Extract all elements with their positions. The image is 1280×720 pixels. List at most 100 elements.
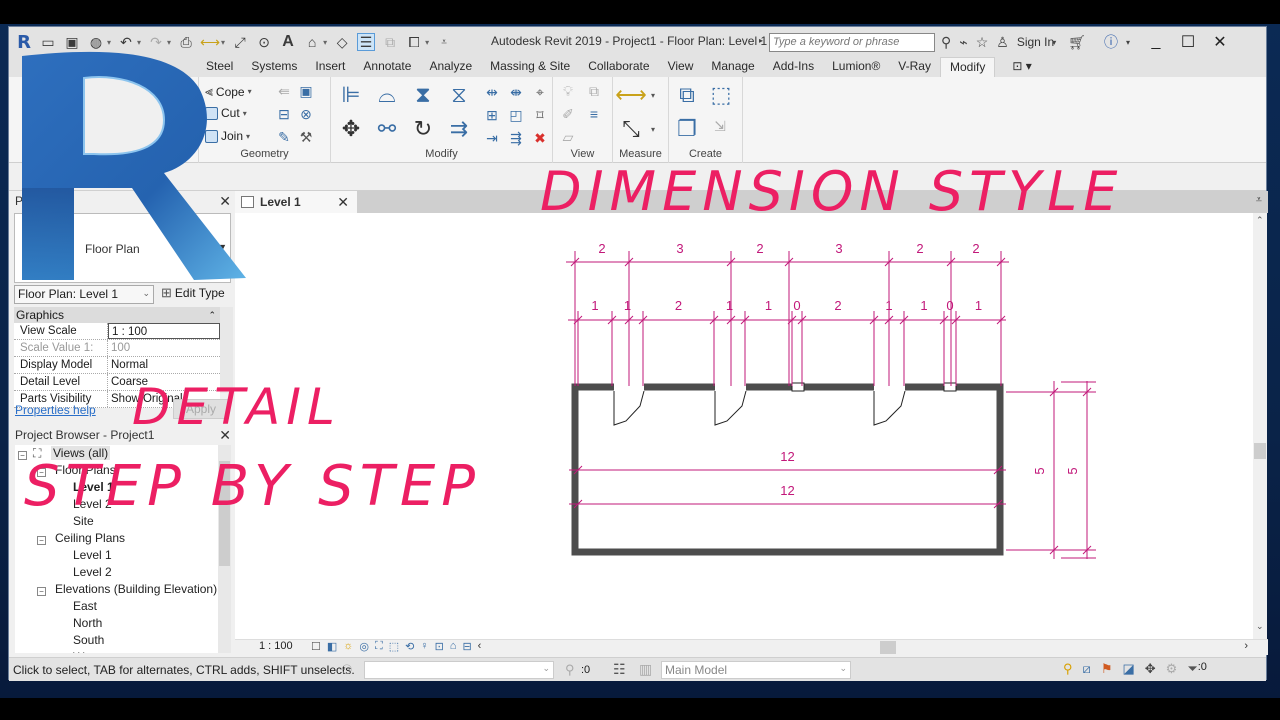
tab-lumion[interactable]: Lumion® xyxy=(823,57,889,77)
editing-requests-icon[interactable]: ⚲ xyxy=(565,662,575,678)
search-input[interactable]: Type a keyword or phrase xyxy=(769,33,935,52)
show-crop-region-icon[interactable]: ⬚ xyxy=(389,640,399,653)
rotate-icon[interactable]: ↻ xyxy=(409,115,437,143)
scroll-down-icon[interactable]: ⌄ xyxy=(1256,621,1264,632)
dimension-label[interactable]: 3 xyxy=(835,241,842,256)
dimension-label[interactable]: 12 xyxy=(780,449,794,464)
thin-lines-icon[interactable]: ☰ xyxy=(357,33,376,51)
select-underlay-icon[interactable]: ⧄ xyxy=(1083,661,1091,677)
paint-icon[interactable]: ✎ xyxy=(275,128,293,146)
filter-icon[interactable]: ⏷ xyxy=(1187,661,1197,677)
dimension-label[interactable]: 2 xyxy=(675,298,682,313)
tag-icon[interactable]: ⊙ xyxy=(255,33,273,51)
unpin-icon[interactable]: ⌖ xyxy=(531,83,549,101)
drag-elements-icon[interactable]: ✥ xyxy=(1145,661,1156,677)
section-icon[interactable]: ◇ xyxy=(333,33,351,51)
graphics-group-header[interactable]: Graphics ⌃ xyxy=(14,307,220,323)
dimension-label[interactable]: 1 xyxy=(885,298,892,313)
detail-level-icon[interactable]: ☐ xyxy=(311,640,321,653)
tab-collaborate[interactable]: Collaborate xyxy=(579,57,658,77)
active-design-option-icon[interactable]: ▥ xyxy=(639,661,652,678)
dimension-label[interactable]: 1 xyxy=(920,298,927,313)
view-tab-menu-icon[interactable]: ⩡ xyxy=(1256,194,1262,207)
properties-help-link[interactable]: Properties help xyxy=(15,403,96,417)
join-roof-icon[interactable]: ⊗ xyxy=(297,105,315,123)
dimension-label[interactable]: 1 xyxy=(624,298,631,313)
collapse-view-controls-icon[interactable]: ‹ xyxy=(478,640,482,653)
tab-vray[interactable]: V-Ray xyxy=(889,57,940,77)
design-option-selector[interactable]: Main Model ⌄ xyxy=(661,661,851,679)
tab-insert[interactable]: Insert xyxy=(306,57,354,77)
dimension-label[interactable]: 3 xyxy=(676,241,683,256)
select-pinned-icon[interactable]: ⚑ xyxy=(1101,661,1113,677)
background-process-icon[interactable]: ⚙ xyxy=(1166,661,1178,677)
align-icon[interactable]: ⊫ xyxy=(337,81,365,109)
dimension-label[interactable]: 2 xyxy=(756,241,763,256)
dimension-label[interactable]: 12 xyxy=(780,483,794,498)
text-icon[interactable]: A xyxy=(279,33,297,51)
maximize-button[interactable]: ☐ xyxy=(1176,32,1200,52)
measure-between-references-icon[interactable]: ⟷ xyxy=(615,81,647,109)
close-view-icon[interactable]: ✕ xyxy=(337,191,349,213)
scroll-up-icon[interactable]: ⌃ xyxy=(1256,215,1264,226)
property-row[interactable]: View Scale 1 : 100 xyxy=(14,323,220,340)
crop-view-icon[interactable]: ⛶ xyxy=(375,640,383,653)
tab-massing-site[interactable]: Massing & Site xyxy=(481,57,579,77)
dimension-label[interactable]: 2 xyxy=(916,241,923,256)
mirror-pick-axis-icon[interactable]: ⧗ xyxy=(409,81,437,109)
tab-systems[interactable]: Systems xyxy=(242,57,306,77)
selection-box-icon[interactable]: ▱ xyxy=(559,128,577,146)
tree-node[interactable]: Level 2 xyxy=(73,565,112,579)
sign-in-link[interactable]: Sign In xyxy=(1017,35,1054,49)
analytical-model-icon[interactable]: ⌂ xyxy=(450,640,457,653)
search-expand-icon[interactable]: ▸ xyxy=(759,36,763,45)
scroll-right-icon[interactable]: › xyxy=(1244,640,1248,652)
tab-annotate[interactable]: Annotate xyxy=(354,57,420,77)
dimension-label[interactable]: 0 xyxy=(793,298,800,313)
override-graphics-icon[interactable]: ⧉ xyxy=(585,82,603,100)
aligned-dimension-tool-icon[interactable]: ⤡ xyxy=(617,115,645,143)
create-assembly-icon[interactable]: ⧉ xyxy=(673,81,701,109)
constraints-icon[interactable]: ⊟ xyxy=(462,640,471,653)
tree-node[interactable]: Ceiling Plans xyxy=(55,531,125,545)
tab-modify[interactable]: Modify xyxy=(939,57,996,77)
floor-plan-drawing[interactable]: 2 3 2 3 2 21 1 2 1 1 0 2 1 1 0 112125 5 xyxy=(235,213,1253,639)
dimension-label[interactable]: 2 xyxy=(598,241,605,256)
ribbon-minimize-toggle[interactable]: ⊡ ▾ xyxy=(1003,57,1040,77)
favorites-star-icon[interactable]: ☆ xyxy=(976,34,989,51)
remove-paint-icon[interactable]: ⚒ xyxy=(297,128,315,146)
dimension-label[interactable]: 1 xyxy=(591,298,598,313)
close-button[interactable]: ✕ xyxy=(1208,32,1232,52)
select-links-icon[interactable]: ⚲ xyxy=(1063,661,1073,677)
move-icon[interactable]: ✥ xyxy=(337,115,365,143)
dimension-label[interactable]: 2 xyxy=(972,241,979,256)
tab-manage[interactable]: Manage xyxy=(702,57,763,77)
tree-node[interactable]: North xyxy=(73,616,102,630)
demolish-icon[interactable]: ⊟ xyxy=(275,105,293,123)
sun-path-icon[interactable]: ☼ xyxy=(343,640,353,653)
copy-icon[interactable]: ⚯ xyxy=(373,115,401,143)
binoculars-icon[interactable]: ⚲ xyxy=(941,34,951,51)
workset-selector[interactable]: ⌄ xyxy=(364,661,554,679)
collapse-group-icon[interactable]: ⌃ xyxy=(208,307,216,323)
array-icon[interactable]: ⊞ xyxy=(483,106,501,124)
canvas-vertical-scrollbar[interactable]: ⌃ ⌄ xyxy=(1253,213,1267,639)
dimension-label[interactable]: 2 xyxy=(834,298,841,313)
switch-windows-icon[interactable]: ⧠ xyxy=(405,33,423,51)
tab-add-ins[interactable]: Add-Ins xyxy=(764,57,823,77)
3d-view-icon[interactable]: ⌂ xyxy=(303,33,321,51)
minimize-button[interactable]: _ xyxy=(1144,33,1168,51)
horizontal-scroll-thumb[interactable] xyxy=(880,641,896,654)
split-element-icon[interactable]: ⇹ xyxy=(483,83,501,101)
design-options-icon[interactable]: ☷ xyxy=(613,661,626,678)
linework-icon[interactable]: ✐ xyxy=(559,105,577,123)
unlocked-3d-icon[interactable]: ⟲ xyxy=(405,640,414,653)
collapse-icon[interactable]: − xyxy=(37,536,46,545)
select-by-face-icon[interactable]: ◪ xyxy=(1122,661,1134,677)
tab-level-1[interactable]: Level 1 ✕ xyxy=(235,191,357,213)
tab-view[interactable]: View xyxy=(659,57,703,77)
tree-node[interactable]: Elevations (Building Elevation) xyxy=(55,582,217,596)
view-range-icon[interactable]: ≡ xyxy=(585,105,603,123)
split-face-icon[interactable]: ▣ xyxy=(297,82,315,100)
create-similar-icon[interactable]: ⬚ xyxy=(707,81,735,109)
